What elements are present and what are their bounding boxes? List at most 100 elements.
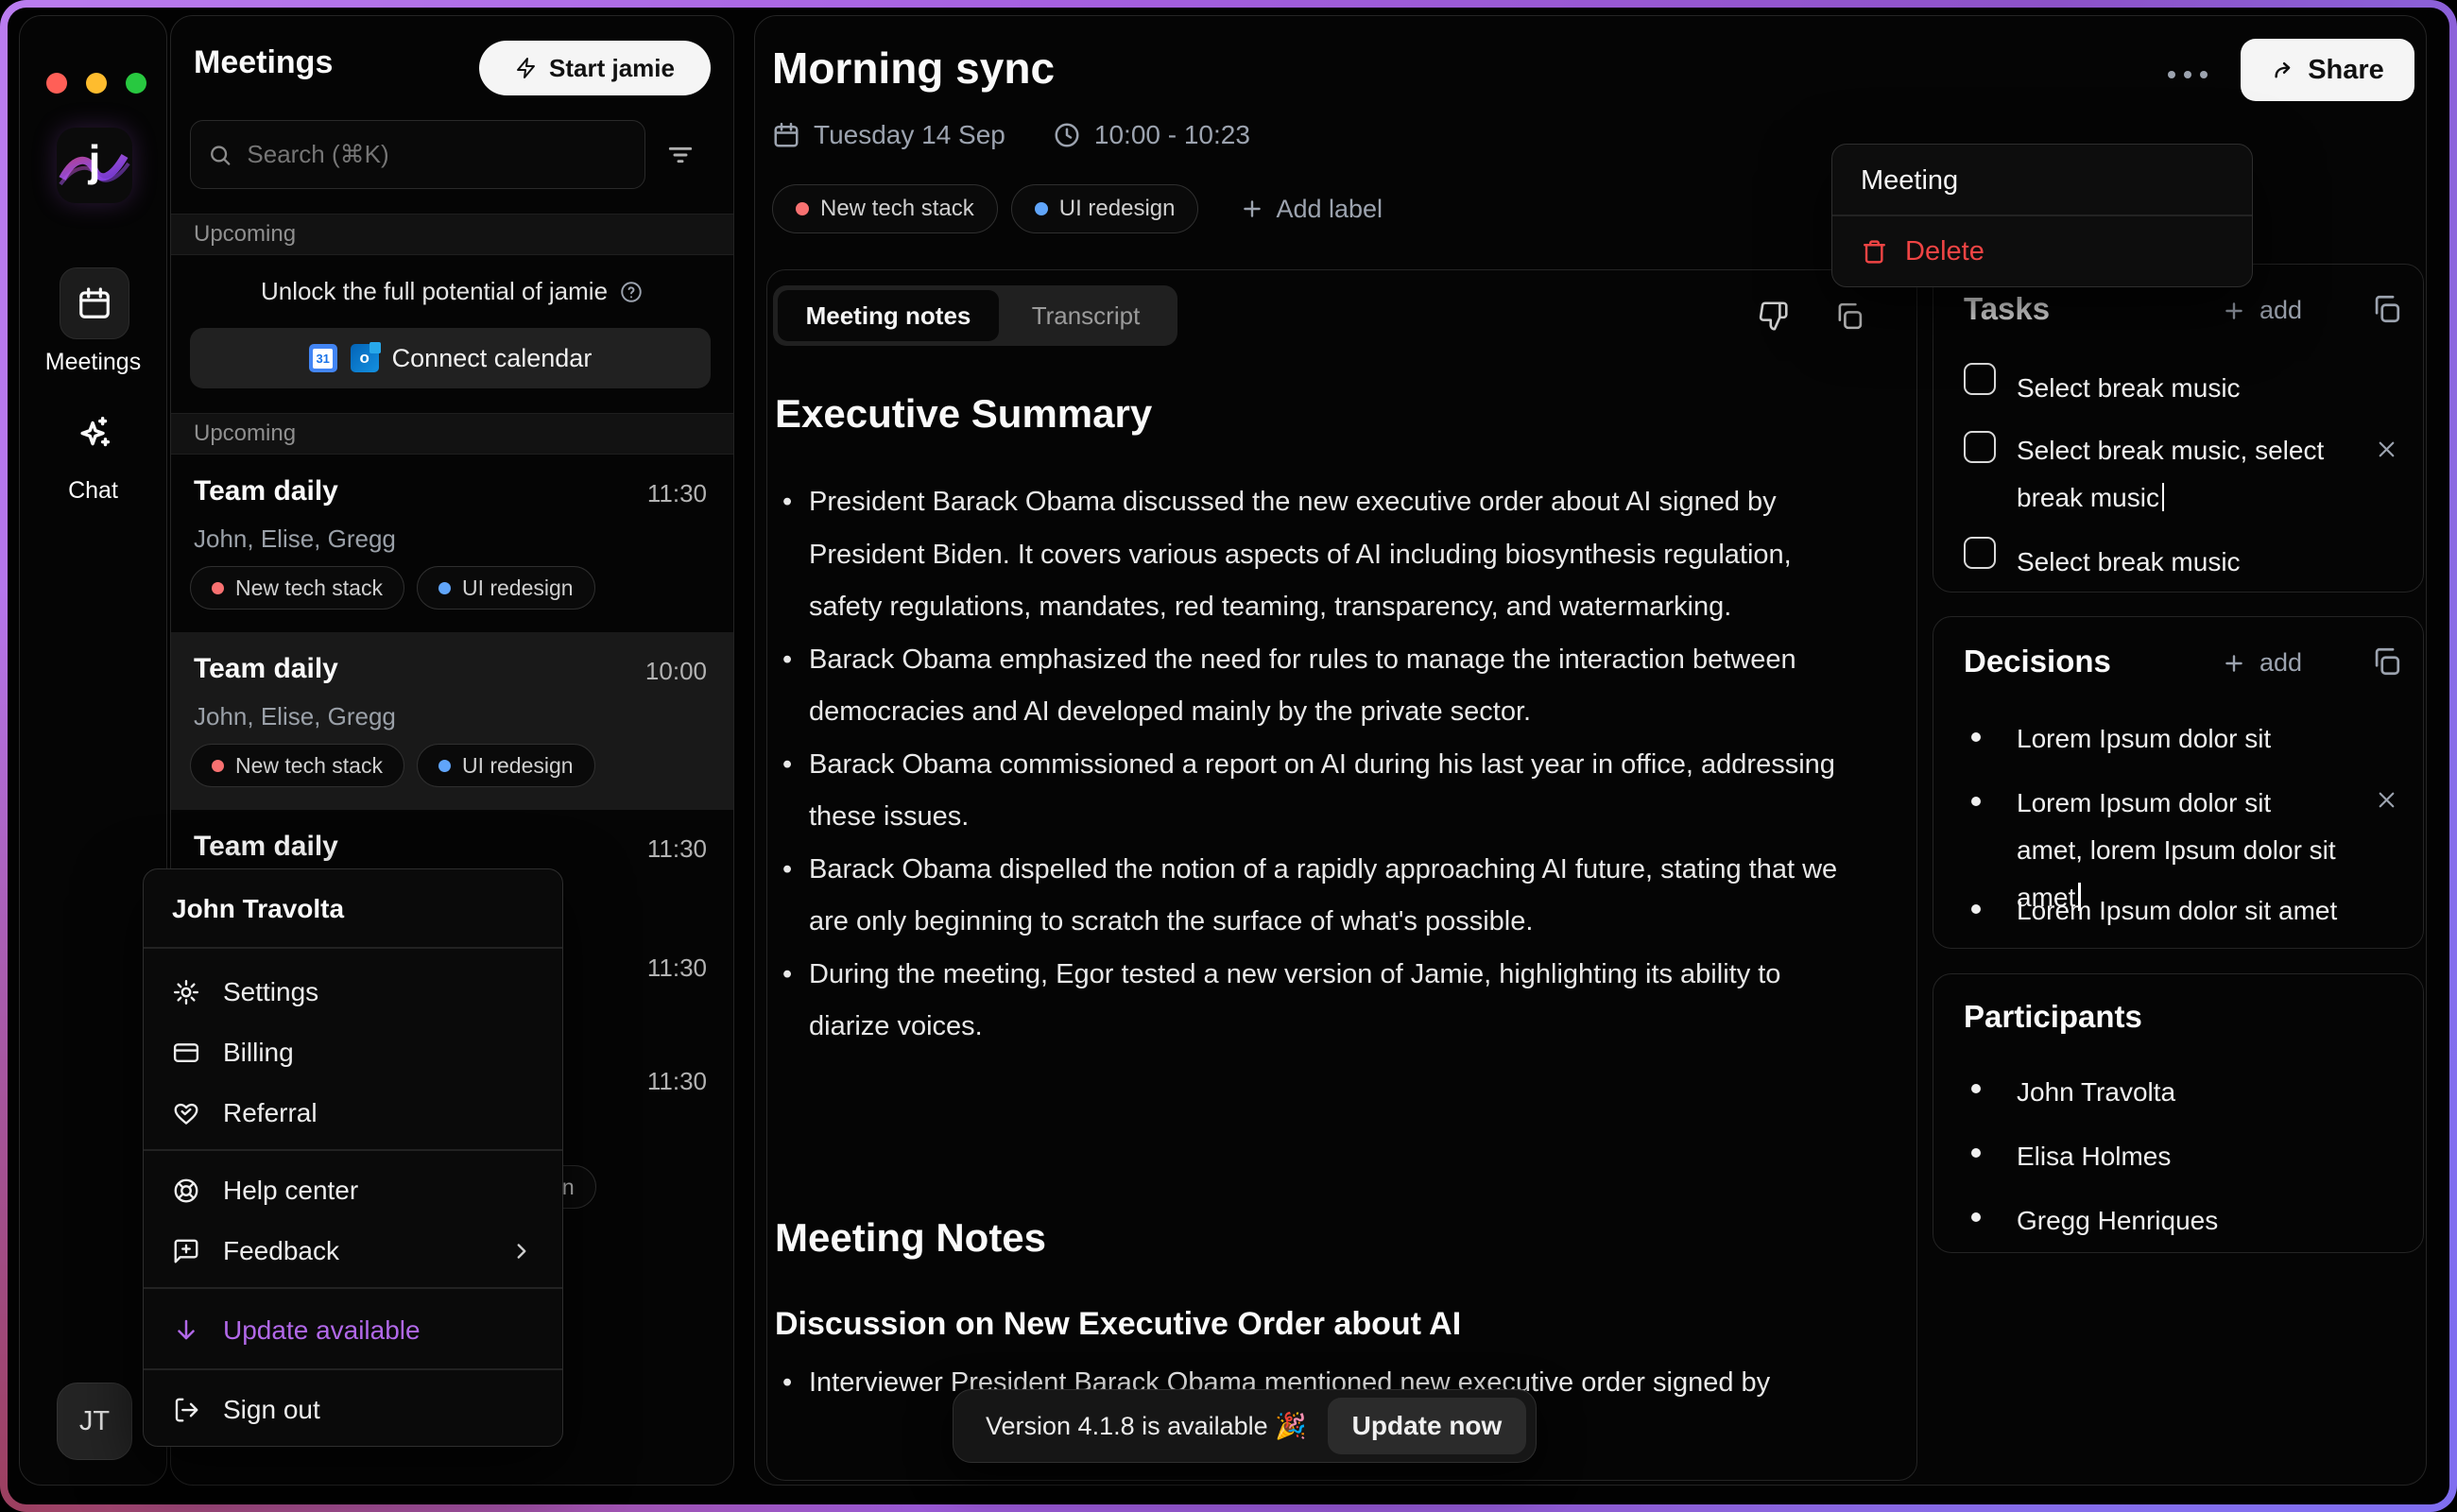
- exec-summary-list: President Barack Obama discussed the new…: [775, 476, 1862, 1054]
- sidebar-item-chat-label: Chat: [20, 477, 166, 505]
- tab-meeting-notes[interactable]: Meeting notes: [778, 290, 999, 341]
- menu-item-delete[interactable]: Delete: [1832, 215, 2252, 288]
- participants-heading: Participants: [1964, 999, 2142, 1035]
- help-circle-icon[interactable]: [619, 280, 644, 304]
- copy-icon[interactable]: [2370, 645, 2402, 678]
- meeting-row-selected[interactable]: Team daily 10:00 John, Elise, Gregg New …: [171, 632, 733, 810]
- start-jamie-label: Start jamie: [549, 54, 675, 83]
- filter-button[interactable]: [657, 131, 704, 179]
- ellipsis-icon: [2168, 71, 2175, 78]
- bullet-dot-icon: [1971, 797, 1981, 806]
- bullet-dot-icon: [1971, 732, 1981, 742]
- sidebar-item-meetings[interactable]: [60, 267, 129, 339]
- task-checkbox[interactable]: [1964, 537, 1996, 569]
- add-task-button[interactable]: add: [2259, 296, 2302, 325]
- divider: [144, 947, 562, 949]
- bullet-dot-icon: [1971, 1212, 1981, 1222]
- zoom-traffic-light[interactable]: [126, 73, 146, 94]
- menu-item-help-center[interactable]: Help center: [144, 1160, 562, 1221]
- sidebar-item-chat[interactable]: [73, 413, 116, 456]
- tag-new-tech-stack[interactable]: New tech stack: [772, 184, 998, 233]
- plus-icon[interactable]: [2222, 299, 2246, 323]
- tag-dot-icon: [1035, 202, 1048, 215]
- trash-icon: [1861, 238, 1888, 266]
- more-options-button[interactable]: [2168, 71, 2208, 78]
- search-box[interactable]: [190, 120, 645, 189]
- add-label-button[interactable]: Add label: [1240, 195, 1383, 224]
- exec-bullet: President Barack Obama discussed the new…: [775, 476, 1862, 634]
- copy-icon[interactable]: [2370, 293, 2402, 325]
- remove-decision-button[interactable]: [2374, 787, 2399, 813]
- chevron-right-icon: [509, 1239, 534, 1263]
- decision-item[interactable]: Lorem Ipsum dolor sit amet: [2017, 887, 2337, 935]
- meeting-time: 11:30: [647, 1067, 707, 1096]
- exec-bullet: During the meeting, Egor tested a new ve…: [775, 949, 1862, 1054]
- meeting-title: Team daily: [194, 831, 338, 863]
- tag-new-tech-stack[interactable]: New tech stack: [190, 566, 404, 610]
- menu-item-feedback[interactable]: Feedback: [144, 1221, 562, 1281]
- task-item[interactable]: Select break music: [2017, 539, 2241, 586]
- add-decision-button[interactable]: add: [2259, 648, 2302, 678]
- start-jamie-button[interactable]: Start jamie: [479, 41, 711, 95]
- close-traffic-light[interactable]: [46, 73, 67, 94]
- lifebuoy-icon: [172, 1177, 200, 1205]
- tasks-card: Tasks add Select break music Select brea…: [1933, 264, 2424, 593]
- tag-ui-redesign[interactable]: UI redesign: [417, 566, 595, 610]
- menu-item-sign-out[interactable]: Sign out: [144, 1380, 562, 1440]
- meeting-participants: John, Elise, Gregg: [194, 524, 396, 554]
- tag-label: New tech stack: [820, 196, 974, 222]
- tag-dot-icon: [796, 202, 809, 215]
- ellipsis-icon: [2200, 71, 2208, 78]
- calendar-icon: [772, 121, 800, 149]
- task-checkbox[interactable]: [1964, 363, 1996, 395]
- task-item-text: Select break music, select break music: [2017, 436, 2324, 512]
- divider: [144, 1368, 562, 1370]
- tag-ui-redesign[interactable]: UI redesign: [1011, 184, 1199, 233]
- message-plus-icon: [172, 1237, 200, 1265]
- thumbs-down-icon: [1758, 301, 1789, 332]
- google-calendar-icon: 31: [309, 344, 337, 372]
- search-input[interactable]: [247, 140, 627, 169]
- task-item[interactable]: Select break music: [2017, 365, 2241, 412]
- menu-item-settings[interactable]: Settings: [144, 962, 562, 1022]
- meeting-time: 11:30: [647, 479, 707, 508]
- participant-item: Gregg Henriques: [2017, 1197, 2218, 1245]
- connect-calendar-button[interactable]: 31 o Connect calendar: [190, 328, 711, 388]
- plus-icon[interactable]: [2222, 651, 2246, 676]
- copy-notes-button[interactable]: [1833, 301, 1864, 332]
- logo-letter: j: [57, 135, 132, 186]
- meeting-time: 10:00: [645, 657, 707, 686]
- arrow-down-icon: [172, 1316, 200, 1345]
- minimize-traffic-light[interactable]: [86, 73, 107, 94]
- meeting-row[interactable]: Team daily 11:30 John, Elise, Gregg New …: [171, 455, 733, 632]
- tag-dot-icon: [438, 582, 451, 594]
- meeting-title: Team daily: [194, 653, 338, 685]
- update-toast: Version 4.1.8 is available 🎉 Update now: [953, 1389, 1537, 1463]
- avatar[interactable]: JT: [57, 1383, 132, 1460]
- tag-ui-redesign[interactable]: UI redesign: [417, 744, 595, 787]
- user-menu: John Travolta Settings Billing Referral …: [143, 868, 563, 1447]
- meeting-date: Tuesday 14 Sep: [814, 120, 1005, 150]
- update-now-button[interactable]: Update now: [1328, 1398, 1526, 1454]
- menu-item-billing[interactable]: Billing: [144, 1022, 562, 1083]
- share-button[interactable]: Share: [2241, 39, 2414, 101]
- notes-card: Meeting notes Transcript Executive Summa…: [766, 269, 1917, 1481]
- meeting-title: Team daily: [194, 475, 338, 507]
- tab-transcript[interactable]: Transcript: [999, 301, 1173, 331]
- task-checkbox[interactable]: [1964, 431, 1996, 463]
- filter-icon: [665, 140, 696, 170]
- tag-label: New tech stack: [235, 753, 383, 779]
- remove-task-button[interactable]: [2374, 437, 2399, 462]
- decision-item[interactable]: Lorem Ipsum dolor sit: [2017, 715, 2271, 763]
- menu-item-referral[interactable]: Referral: [144, 1083, 562, 1143]
- search-icon: [208, 142, 232, 168]
- promo-text-row: Unlock the full potential of jamie: [171, 277, 733, 306]
- tasks-heading: Tasks: [1964, 291, 2050, 327]
- tag-new-tech-stack[interactable]: New tech stack: [190, 744, 404, 787]
- meeting-meta-row: Tuesday 14 Sep 10:00 - 10:23: [772, 120, 1250, 150]
- menu-item-update-available[interactable]: Update available: [144, 1300, 562, 1361]
- task-item-editing[interactable]: Select break music, select break music: [2017, 427, 2338, 522]
- meeting-time-range: 10:00 - 10:23: [1094, 120, 1250, 150]
- thumbs-down-button[interactable]: [1758, 301, 1789, 332]
- meeting-participants: John, Elise, Gregg: [194, 702, 396, 731]
